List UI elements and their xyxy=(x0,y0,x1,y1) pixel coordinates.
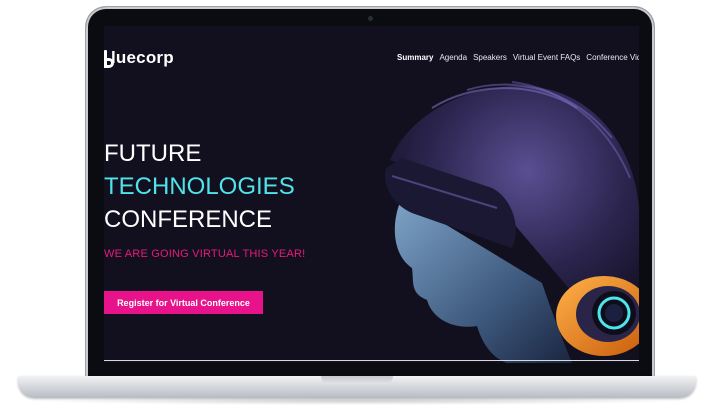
logo-text: luecorp xyxy=(111,48,174,67)
vr-helmet-illustration xyxy=(385,81,639,363)
hero-title: FUTURE TECHNOLOGIES CONFERENCE xyxy=(104,137,295,236)
hero-title-line-1: FUTURE xyxy=(104,140,202,167)
laptop-notch xyxy=(321,376,393,384)
nav-agenda[interactable]: Agenda xyxy=(439,53,467,62)
website-screen: luecorp Summary Agenda Speakers Virtual … xyxy=(104,26,639,363)
nav-virtual-event-faqs[interactable]: Virtual Event FAQs xyxy=(513,53,580,62)
logo-b-icon xyxy=(104,50,114,68)
main-nav: Summary Agenda Speakers Virtual Event FA… xyxy=(397,53,639,62)
nav-conference-video[interactable]: Conference Video xyxy=(586,53,639,62)
screen-divider xyxy=(104,360,639,361)
webcam-icon xyxy=(368,16,373,21)
laptop-shadow xyxy=(30,397,684,405)
hero-title-line-3: CONFERENCE xyxy=(104,206,273,233)
nav-speakers[interactable]: Speakers xyxy=(473,53,507,62)
hero-subtitle: WE ARE GOING VIRTUAL THIS YEAR! xyxy=(104,248,306,260)
laptop-base xyxy=(18,376,696,398)
hero-title-line-2: TECHNOLOGIES xyxy=(104,173,295,200)
register-button[interactable]: Register for Virtual Conference xyxy=(104,291,263,314)
nav-summary[interactable]: Summary xyxy=(397,53,433,62)
brand-logo[interactable]: luecorp xyxy=(104,44,174,68)
